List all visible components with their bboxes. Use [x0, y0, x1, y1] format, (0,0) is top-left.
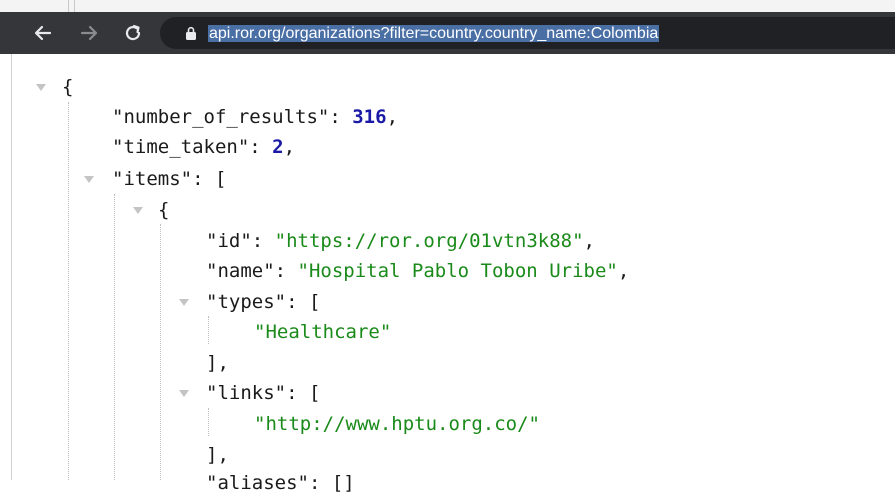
json-line-items: "items": [ [112, 168, 227, 190]
lock-icon [186, 26, 196, 40]
url-selection: api.ror.org/organizations?filter=country… [208, 25, 660, 42]
json-string-value: "http://www.hptu.org.co/" [254, 413, 540, 435]
json-line-root-open: { [62, 74, 73, 100]
json-line-types-close: ], [206, 350, 229, 376]
indent-guide [208, 408, 209, 436]
json-string-value: "Hospital Pablo Tobon Uribe" [297, 260, 618, 282]
collapse-links-icon[interactable] [179, 390, 189, 397]
json-line-types: "types": [ [206, 291, 321, 313]
json-key: "time_taken" [112, 136, 250, 158]
json-key: "number_of_results" [112, 106, 330, 128]
back-button[interactable] [28, 12, 58, 54]
json-key: "name" [206, 260, 275, 282]
json-line-types-value: "Healthcare" [254, 319, 391, 345]
json-viewer: { "number_of_results": 316, "time_taken"… [0, 54, 895, 494]
address-bar[interactable]: api.ror.org/organizations?filter=country… [160, 17, 895, 49]
forward-arrow-icon [80, 25, 98, 41]
json-line-links-value: "http://www.hptu.org.co/" [254, 411, 540, 437]
json-punctuation: ], [206, 352, 229, 374]
back-arrow-icon [34, 25, 52, 41]
collapse-root-icon[interactable] [36, 84, 46, 91]
json-key: "items" [112, 168, 193, 190]
indent-guide [208, 316, 209, 344]
url-text[interactable]: api.ror.org/organizations?filter=country… [208, 24, 660, 43]
json-key: "aliases": [] [206, 472, 355, 494]
collapse-types-icon[interactable] [179, 299, 189, 306]
json-punctuation: [ [214, 168, 227, 190]
json-number-value: 316 [352, 106, 387, 128]
json-line-links-close: ], [206, 442, 229, 468]
json-key: "id" [206, 230, 252, 252]
indent-guide [68, 102, 69, 480]
json-line-name: "name": "Hospital Pablo Tobon Uribe", [206, 260, 630, 282]
tab-divider [74, 0, 75, 12]
tab-divider [68, 0, 69, 12]
collapse-items-icon[interactable] [84, 176, 94, 183]
json-line-links: "links": [ [206, 382, 321, 404]
json-string-value: "Healthcare" [254, 321, 392, 343]
forward-button[interactable] [74, 12, 104, 54]
indent-guide [160, 224, 161, 480]
json-number-value: 2 [272, 136, 284, 158]
json-punctuation: { [62, 76, 74, 98]
json-line-aliases-partial: "aliases": [] [206, 470, 355, 496]
collapse-item-icon[interactable] [133, 207, 143, 214]
reload-button[interactable] [118, 12, 148, 54]
json-punctuation: ], [206, 444, 229, 466]
window-top-strip [0, 0, 895, 12]
indent-guide [114, 194, 115, 480]
json-line-time-taken: "time_taken": 2, [112, 136, 296, 158]
json-punctuation: { [158, 199, 170, 221]
json-line-number-of-results: "number_of_results": 316, [112, 106, 399, 128]
json-key: "links" [206, 382, 287, 404]
json-line-id: "id": "https://ror.org/01vtn3k88", [206, 230, 595, 252]
json-key: "types" [206, 291, 287, 313]
browser-toolbar: api.ror.org/organizations?filter=country… [0, 12, 895, 54]
json-line-item-open: { [158, 197, 169, 223]
json-string-value: "https://ror.org/01vtn3k88" [274, 230, 584, 252]
reload-icon [125, 24, 141, 41]
